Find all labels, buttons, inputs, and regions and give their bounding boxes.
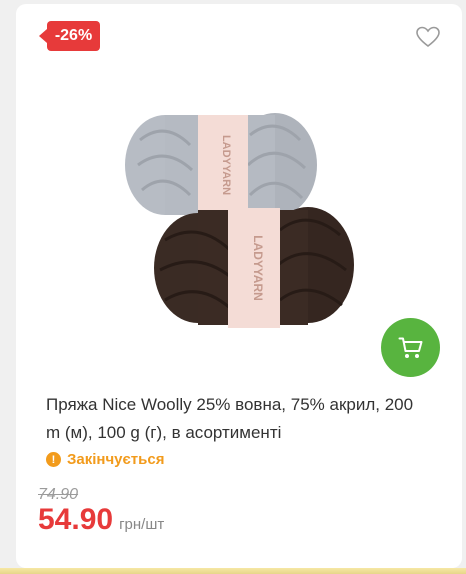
product-image[interactable]: LADYYARN LADYYARN [120,110,360,330]
grey-skein: LADYYARN [125,113,317,217]
product-title[interactable]: Пряжа Nice Woolly 25% вовна, 75% акрил, … [46,391,426,447]
price-unit: грн/шт [119,516,165,533]
label-text-top: LADYYARN [220,135,232,195]
heart-icon [416,26,440,48]
current-price: 54.90 [38,503,114,536]
label-text-bottom: LADYYARN [251,235,265,301]
status-text: Закінчується [67,451,165,468]
bottom-strip [0,568,466,574]
wishlist-button[interactable] [415,25,441,49]
add-to-cart-button[interactable] [381,318,440,377]
discount-badge: -26% [39,21,100,51]
old-price: 74.90 [38,486,79,503]
cart-icon [398,337,422,358]
discount-text: -26% [54,27,93,44]
stock-status: ! Закінчується [46,451,164,468]
brown-skein: LADYYARN [154,207,354,328]
warning-icon: ! [46,452,61,467]
price-row: 54.90 грн/шт [38,503,164,537]
